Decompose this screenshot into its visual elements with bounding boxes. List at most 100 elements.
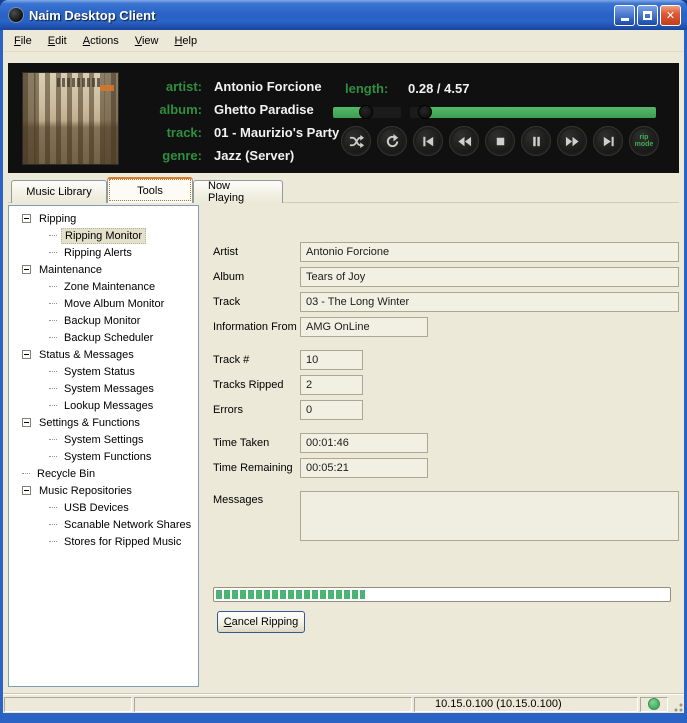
volume-slider[interactable] — [333, 105, 401, 119]
repeat-icon — [385, 133, 400, 149]
collapse-icon[interactable] — [22, 350, 31, 359]
tree-item-system-messages[interactable]: System Messages — [9, 380, 198, 397]
tree-item-system-settings[interactable]: System Settings — [9, 431, 198, 448]
tree-item-lookup-messages[interactable]: Lookup Messages — [9, 397, 198, 414]
stop-button[interactable] — [485, 126, 515, 156]
tree-item-system-status[interactable]: System Status — [9, 363, 198, 380]
tree-item-label: Lookup Messages — [64, 399, 154, 412]
rip-mode-button[interactable]: rip mode — [629, 126, 659, 156]
maximize-icon — [643, 10, 652, 20]
collapse-icon[interactable] — [22, 265, 31, 274]
skip-back-button[interactable] — [413, 126, 443, 156]
repeat-button[interactable] — [377, 126, 407, 156]
fast-forward-icon — [565, 134, 580, 149]
skip-forward-button[interactable] — [593, 126, 623, 156]
rewind-button[interactable] — [449, 126, 479, 156]
album-field[interactable]: Tears of Joy — [300, 267, 679, 287]
tree-item-zone-maintenance[interactable]: Zone Maintenance — [9, 278, 198, 295]
tree-item-status-messages[interactable]: Status & Messages — [9, 346, 198, 363]
field-label: Artist — [213, 246, 239, 258]
seek-fill — [422, 107, 656, 118]
tab-music-library[interactable]: Music Library — [11, 180, 107, 203]
tree-item-stores-for-ripped-music[interactable]: Stores for Ripped Music — [9, 533, 198, 550]
tree-item-system-functions[interactable]: System Functions — [9, 448, 198, 465]
collapse-icon[interactable] — [22, 214, 31, 223]
connection-indicator-icon — [648, 698, 660, 710]
volume-thumb[interactable] — [358, 105, 373, 119]
tree-item-label: Recycle Bin — [37, 467, 96, 480]
tree-item-label: Move Album Monitor — [64, 297, 165, 310]
tab-now-playing[interactable]: Now Playing — [193, 180, 283, 204]
time-remaining-field[interactable]: 00:05:21 — [300, 458, 428, 478]
tools-tree: Ripping Ripping Monitor Ripping Alerts Main… — [8, 205, 199, 687]
menu-item-edit[interactable]: Edit — [40, 32, 75, 50]
resize-grip[interactable] — [670, 699, 684, 713]
field-label: Track # — [213, 354, 250, 366]
collapse-icon[interactable] — [22, 418, 31, 427]
close-button[interactable]: ✕ — [660, 4, 681, 26]
tree-item-ripping[interactable]: Ripping — [9, 210, 198, 227]
track--field[interactable]: 10 — [300, 350, 363, 370]
tab-strip: Music Library Tools Now Playing — [8, 177, 679, 204]
tree-item-move-album-monitor[interactable]: Move Album Monitor — [9, 295, 198, 312]
menu-item-help[interactable]: Help — [166, 32, 205, 50]
seek-slider[interactable] — [410, 105, 656, 119]
messages-field[interactable] — [300, 491, 679, 541]
field-label: Album — [213, 271, 245, 283]
tracks-ripped-field[interactable]: 2 — [300, 375, 363, 395]
skip-back-icon — [421, 134, 436, 149]
tree-connector — [49, 286, 57, 287]
menu-item-actions[interactable]: Actions — [75, 32, 127, 50]
cancel-ripping-button[interactable]: Cancel Ripping — [217, 611, 305, 633]
tree-item-label: Scanable Network Shares — [64, 518, 192, 531]
form-row: Information From AMG OnLine — [213, 317, 679, 337]
tree-item-label: Stores for Ripped Music — [64, 535, 182, 548]
tab-tools[interactable]: Tools — [107, 177, 193, 203]
tree-item-ripping-alerts[interactable]: Ripping Alerts — [9, 244, 198, 261]
tree-item-ripping-monitor[interactable]: Ripping Monitor — [9, 227, 198, 244]
artist-field[interactable]: Antonio Forcione — [300, 242, 679, 262]
tree-item-usb-devices[interactable]: USB Devices — [9, 499, 198, 516]
status-indicator-pane — [640, 696, 668, 712]
tree-item-recycle-bin[interactable]: Recycle Bin — [9, 465, 198, 482]
errors-field[interactable]: 0 — [300, 400, 363, 420]
form-row: Album Tears of Joy — [213, 267, 679, 287]
tree-item-music-repositories[interactable]: Music Repositories — [9, 482, 198, 499]
now-playing-fields: artist: Antonio Forcione album: Ghetto Para… — [150, 75, 339, 167]
field-label: Time Remaining — [213, 462, 293, 474]
tree-connector — [49, 439, 57, 440]
time-taken-field[interactable]: 00:01:46 — [300, 433, 428, 453]
album-art-detail — [100, 85, 114, 91]
now-playing-field-value: 01 - Maurizio's Party — [214, 125, 340, 140]
tree-item-maintenance[interactable]: Maintenance — [9, 261, 198, 278]
fast-forward-button[interactable] — [557, 126, 587, 156]
maximize-button[interactable] — [637, 4, 658, 26]
form-row: Errors 0 — [213, 400, 679, 420]
tree-connector — [49, 507, 57, 508]
collapse-icon[interactable] — [22, 486, 31, 495]
tree-connector — [49, 235, 57, 236]
tree-connector — [49, 524, 57, 525]
tree-item-backup-scheduler[interactable]: Backup Scheduler — [9, 329, 198, 346]
form-row: Track # 10 — [213, 350, 679, 370]
information-from-field[interactable]: AMG OnLine — [300, 317, 428, 337]
status-pane-1 — [4, 696, 132, 712]
pause-button[interactable] — [521, 126, 551, 156]
tree-item-settings-functions[interactable]: Settings & Functions — [9, 414, 198, 431]
track-field[interactable]: 03 - The Long Winter — [300, 292, 679, 312]
tree-connector — [49, 388, 57, 389]
tree-item-scanable-network-shares[interactable]: Scanable Network Shares — [9, 516, 198, 533]
shuffle-button[interactable] — [341, 126, 371, 156]
now-playing-field-label: artist: — [165, 79, 202, 94]
now-playing-field-label: album: — [159, 102, 202, 117]
menu-item-view[interactable]: View — [127, 32, 167, 50]
tree-connector — [49, 405, 57, 406]
tree-item-label: Ripping Monitor — [61, 227, 147, 244]
length-label: length: — [345, 81, 389, 96]
close-icon: ✕ — [665, 9, 676, 22]
form-row: Track 03 - The Long Winter — [213, 292, 679, 312]
menu-item-file[interactable]: File — [6, 32, 40, 50]
tree-item-backup-monitor[interactable]: Backup Monitor — [9, 312, 198, 329]
titlebar[interactable]: Naim Desktop Client ✕ — [0, 0, 687, 30]
minimize-button[interactable] — [614, 4, 635, 26]
